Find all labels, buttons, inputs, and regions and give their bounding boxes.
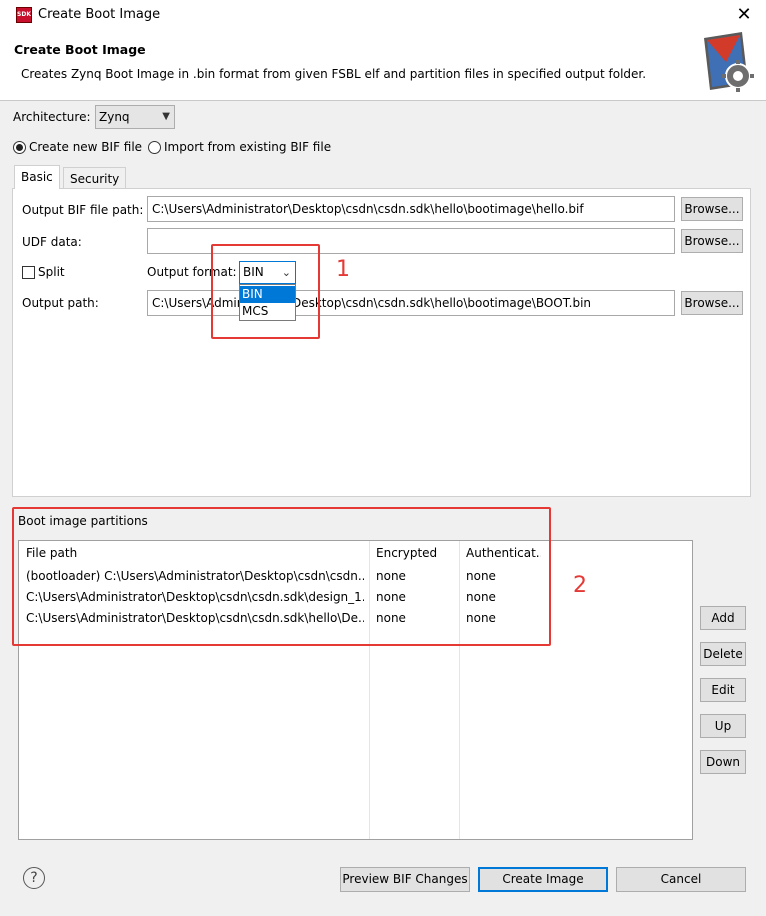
cancel-button[interactable]: Cancel — [616, 867, 746, 892]
output-bif-field[interactable]: C:\Users\Administrator\Desktop\csdn\csdn… — [147, 196, 675, 222]
architecture-label: Architecture: — [13, 110, 91, 124]
annotation-box-2 — [12, 507, 551, 646]
split-label[interactable]: Split — [38, 265, 65, 279]
close-icon[interactable]: ✕ — [736, 4, 752, 26]
add-button[interactable]: Add — [700, 606, 746, 630]
split-checkbox[interactable] — [22, 266, 35, 279]
sdk-app-icon: SDK — [16, 7, 32, 23]
browse-bif-button[interactable]: Browse... — [681, 197, 743, 221]
down-button[interactable]: Down — [700, 750, 746, 774]
edit-button[interactable]: Edit — [700, 678, 746, 702]
annotation-box-1 — [211, 244, 320, 339]
browse-udf-button[interactable]: Browse... — [681, 229, 743, 253]
delete-button[interactable]: Delete — [700, 642, 746, 666]
create-new-bif-radio[interactable] — [13, 141, 26, 154]
create-new-bif-label[interactable]: Create new BIF file — [29, 140, 142, 154]
tab-security[interactable]: Security — [63, 167, 127, 189]
architecture-value: Zynq — [99, 110, 130, 124]
output-bif-label: Output BIF file path: — [22, 203, 144, 217]
architecture-select[interactable]: Zynq ▼ — [95, 105, 175, 129]
tab-basic[interactable]: Basic — [14, 165, 60, 189]
create-image-button[interactable]: Create Image — [478, 867, 608, 892]
window-title: Create Boot Image — [38, 7, 161, 22]
header-title: Create Boot Image — [14, 42, 146, 57]
title-bar: SDK Create Boot Image ✕ — [0, 0, 766, 32]
preview-bif-changes-button[interactable]: Preview BIF Changes — [340, 867, 470, 892]
help-icon[interactable]: ? — [23, 867, 45, 889]
up-button[interactable]: Up — [700, 714, 746, 738]
boot-image-gear-icon — [704, 32, 754, 92]
browse-output-button[interactable]: Browse... — [681, 291, 743, 315]
output-path-label: Output path: — [22, 296, 99, 310]
chevron-down-icon: ▼ — [162, 111, 170, 122]
import-bif-radio[interactable] — [148, 141, 161, 154]
annotation-label-2: 2 — [573, 573, 587, 598]
import-bif-label[interactable]: Import from existing BIF file — [164, 140, 331, 154]
dialog-header: Create Boot Image Creates Zynq Boot Imag… — [0, 32, 766, 101]
header-description: Creates Zynq Boot Image in .bin format f… — [21, 67, 647, 81]
annotation-label-1: 1 — [336, 257, 350, 282]
udf-data-label: UDF data: — [22, 235, 82, 249]
